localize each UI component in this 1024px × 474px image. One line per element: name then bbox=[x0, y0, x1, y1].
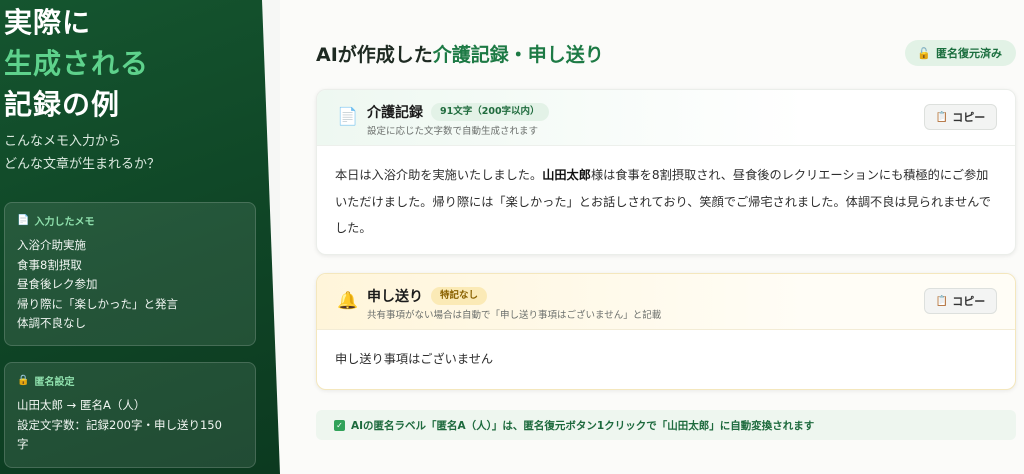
memo-line: 体調不良なし bbox=[17, 316, 86, 330]
unlock-icon: 🔓 bbox=[917, 46, 931, 60]
anon-line: 字 bbox=[17, 437, 29, 451]
handover-card: 🔔 申し送り 特記なし 共有事項がない場合は自動で「申し送り事項はございません」… bbox=[316, 273, 1016, 390]
kaigo-record-text: 本日は入浴介助を実施いたしました。山田太郎様は食事を8割摂取され、昼食後のレクリ… bbox=[317, 146, 1015, 242]
kaigo-record-card: 📄 介護記録 91文字（200字以内） 設定に応じた文字数で自動生成されます 📋… bbox=[316, 89, 1016, 255]
main-area: AIが作成した介護記録・申し送り 🔓 匿名復元済み 📄 介護記録 91文字（20… bbox=[280, 0, 1024, 474]
clipboard-icon: 📋 bbox=[935, 295, 949, 307]
handover-text: 申し送り事項はございません bbox=[335, 352, 494, 366]
handover-copy-button[interactable]: 📋 コピー bbox=[924, 288, 997, 314]
memo-panel: 📄 入力したメモ 入浴介助実施 食事8割摂取 昼食後レク参加 帰り際に「楽しかっ… bbox=[4, 202, 256, 346]
handover-card-header: 🔔 申し送り 特記なし 共有事項がない場合は自動で「申し送り事項はございません」… bbox=[317, 274, 1015, 330]
memo-line: 昼食後レク参加 bbox=[17, 277, 98, 291]
sidebar-headline: 実際に 生成される 記録の例 bbox=[4, 2, 149, 125]
kaigo-copy-label: コピー bbox=[952, 112, 986, 124]
anon-panel-title: 🔒 匿名設定 bbox=[17, 373, 243, 388]
memo-panel-title: 📄 入力したメモ bbox=[17, 213, 243, 228]
anon-panel-title-text: 匿名設定 bbox=[34, 377, 75, 388]
page-title-highlight: 介護記録・申し送り bbox=[432, 44, 604, 66]
handover-status-badge: 特記なし bbox=[431, 287, 488, 305]
kaigo-card-header: 📄 介護記録 91文字（200字以内） 設定に応じた文字数で自動生成されます 📋… bbox=[317, 90, 1015, 146]
sidebar-intro: こんなメモ入力から どんな文章が生まれるか？ bbox=[4, 130, 160, 176]
memo-line: 食事8割摂取 bbox=[17, 257, 82, 272]
clipboard-icon: 📋 bbox=[935, 111, 949, 123]
headline-line-3: 記録の例 bbox=[4, 88, 121, 121]
handover-card-subtitle: 共有事項がない場合は自動で「申し送り事項はございません」と記載 bbox=[367, 310, 662, 321]
memo-line: 入浴介助実施 bbox=[17, 238, 86, 252]
headline-line-2: 生成される bbox=[4, 47, 150, 80]
intro-line-1: こんなメモ入力から bbox=[4, 134, 122, 149]
handover-card-title: 申し送り bbox=[367, 289, 423, 305]
anon-line: 設定文字数：記録200字・申し送り150 bbox=[17, 417, 222, 432]
handover-copy-label: コピー bbox=[952, 296, 986, 308]
notice-text: AIの匿名ラベル「匿名A（人）」は、匿名復元ボタン1クリックで「山田太郎」に自動… bbox=[351, 419, 815, 432]
restored-badge-text: 匿名復元済み bbox=[936, 47, 1002, 60]
anonymization-notice: ✓ AIの匿名ラベル「匿名A（人）」は、匿名復元ボタン1クリックで「山田太郎」に… bbox=[316, 410, 1016, 440]
headline-line-1: 実際に bbox=[4, 6, 92, 39]
document-icon: 📄 bbox=[337, 107, 359, 127]
kaigo-copy-button[interactable]: 📋 コピー bbox=[924, 104, 997, 130]
kaigo-card-title: 介護記録 bbox=[367, 105, 423, 121]
intro-line-2: どんな文章が生まれるか？ bbox=[4, 157, 161, 172]
bell-icon: 🔔 bbox=[337, 291, 359, 311]
memo-line: 帰り際に「楽しかった」と発言 bbox=[17, 296, 178, 311]
left-panel: 実際に 生成される 記録の例 こんなメモ入力から どんな文章が生まれるか？ 📄 … bbox=[0, 0, 280, 474]
anon-panel: 🔒 匿名設定 山田太郎 → 匿名A（人） 設定文字数：記録200字・申し送り15… bbox=[4, 362, 256, 468]
check-icon: ✓ bbox=[334, 419, 345, 431]
page-title-prefix: AIが作成した bbox=[316, 44, 433, 66]
kaigo-card-subtitle: 設定に応じた文字数で自動生成されます bbox=[367, 126, 539, 137]
char-count-badge: 91文字（200字以内） bbox=[431, 103, 549, 121]
memo-panel-title-text: 入力したメモ bbox=[34, 217, 95, 228]
page-title: AIが作成した介護記録・申し送り bbox=[316, 40, 604, 67]
memo-icon: 📄 bbox=[17, 215, 30, 226]
resident-name: 山田太郎 bbox=[542, 168, 591, 182]
kaigo-text-before: 本日は入浴介助を実施いたしました。 bbox=[335, 168, 543, 182]
restored-badge: 🔓 匿名復元済み bbox=[905, 40, 1016, 66]
anon-line: 山田太郎 → 匿名A（人） bbox=[17, 398, 146, 412]
lock-icon: 🔒 bbox=[17, 375, 30, 386]
